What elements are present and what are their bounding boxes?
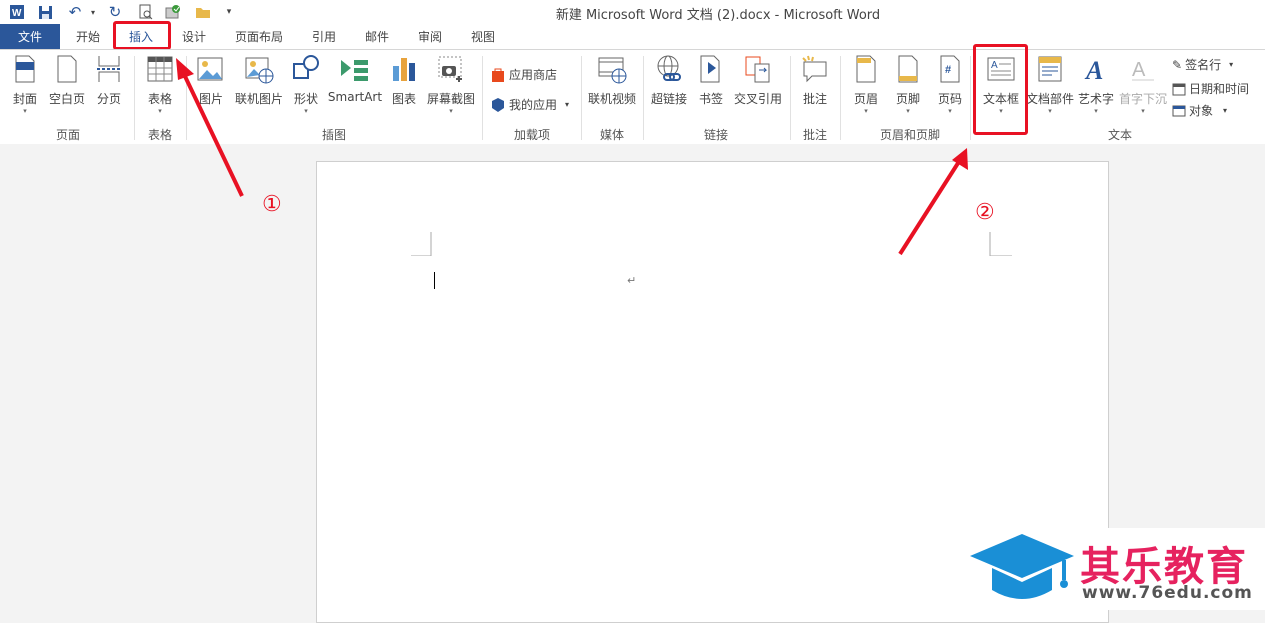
annotation-arrows — [176, 58, 968, 256]
step-1-callout: ① — [262, 192, 282, 217]
step-2-callout: ② — [975, 200, 995, 225]
logo-url: www.76edu.com — [1082, 583, 1253, 603]
graduation-cap-icon — [970, 534, 1074, 599]
